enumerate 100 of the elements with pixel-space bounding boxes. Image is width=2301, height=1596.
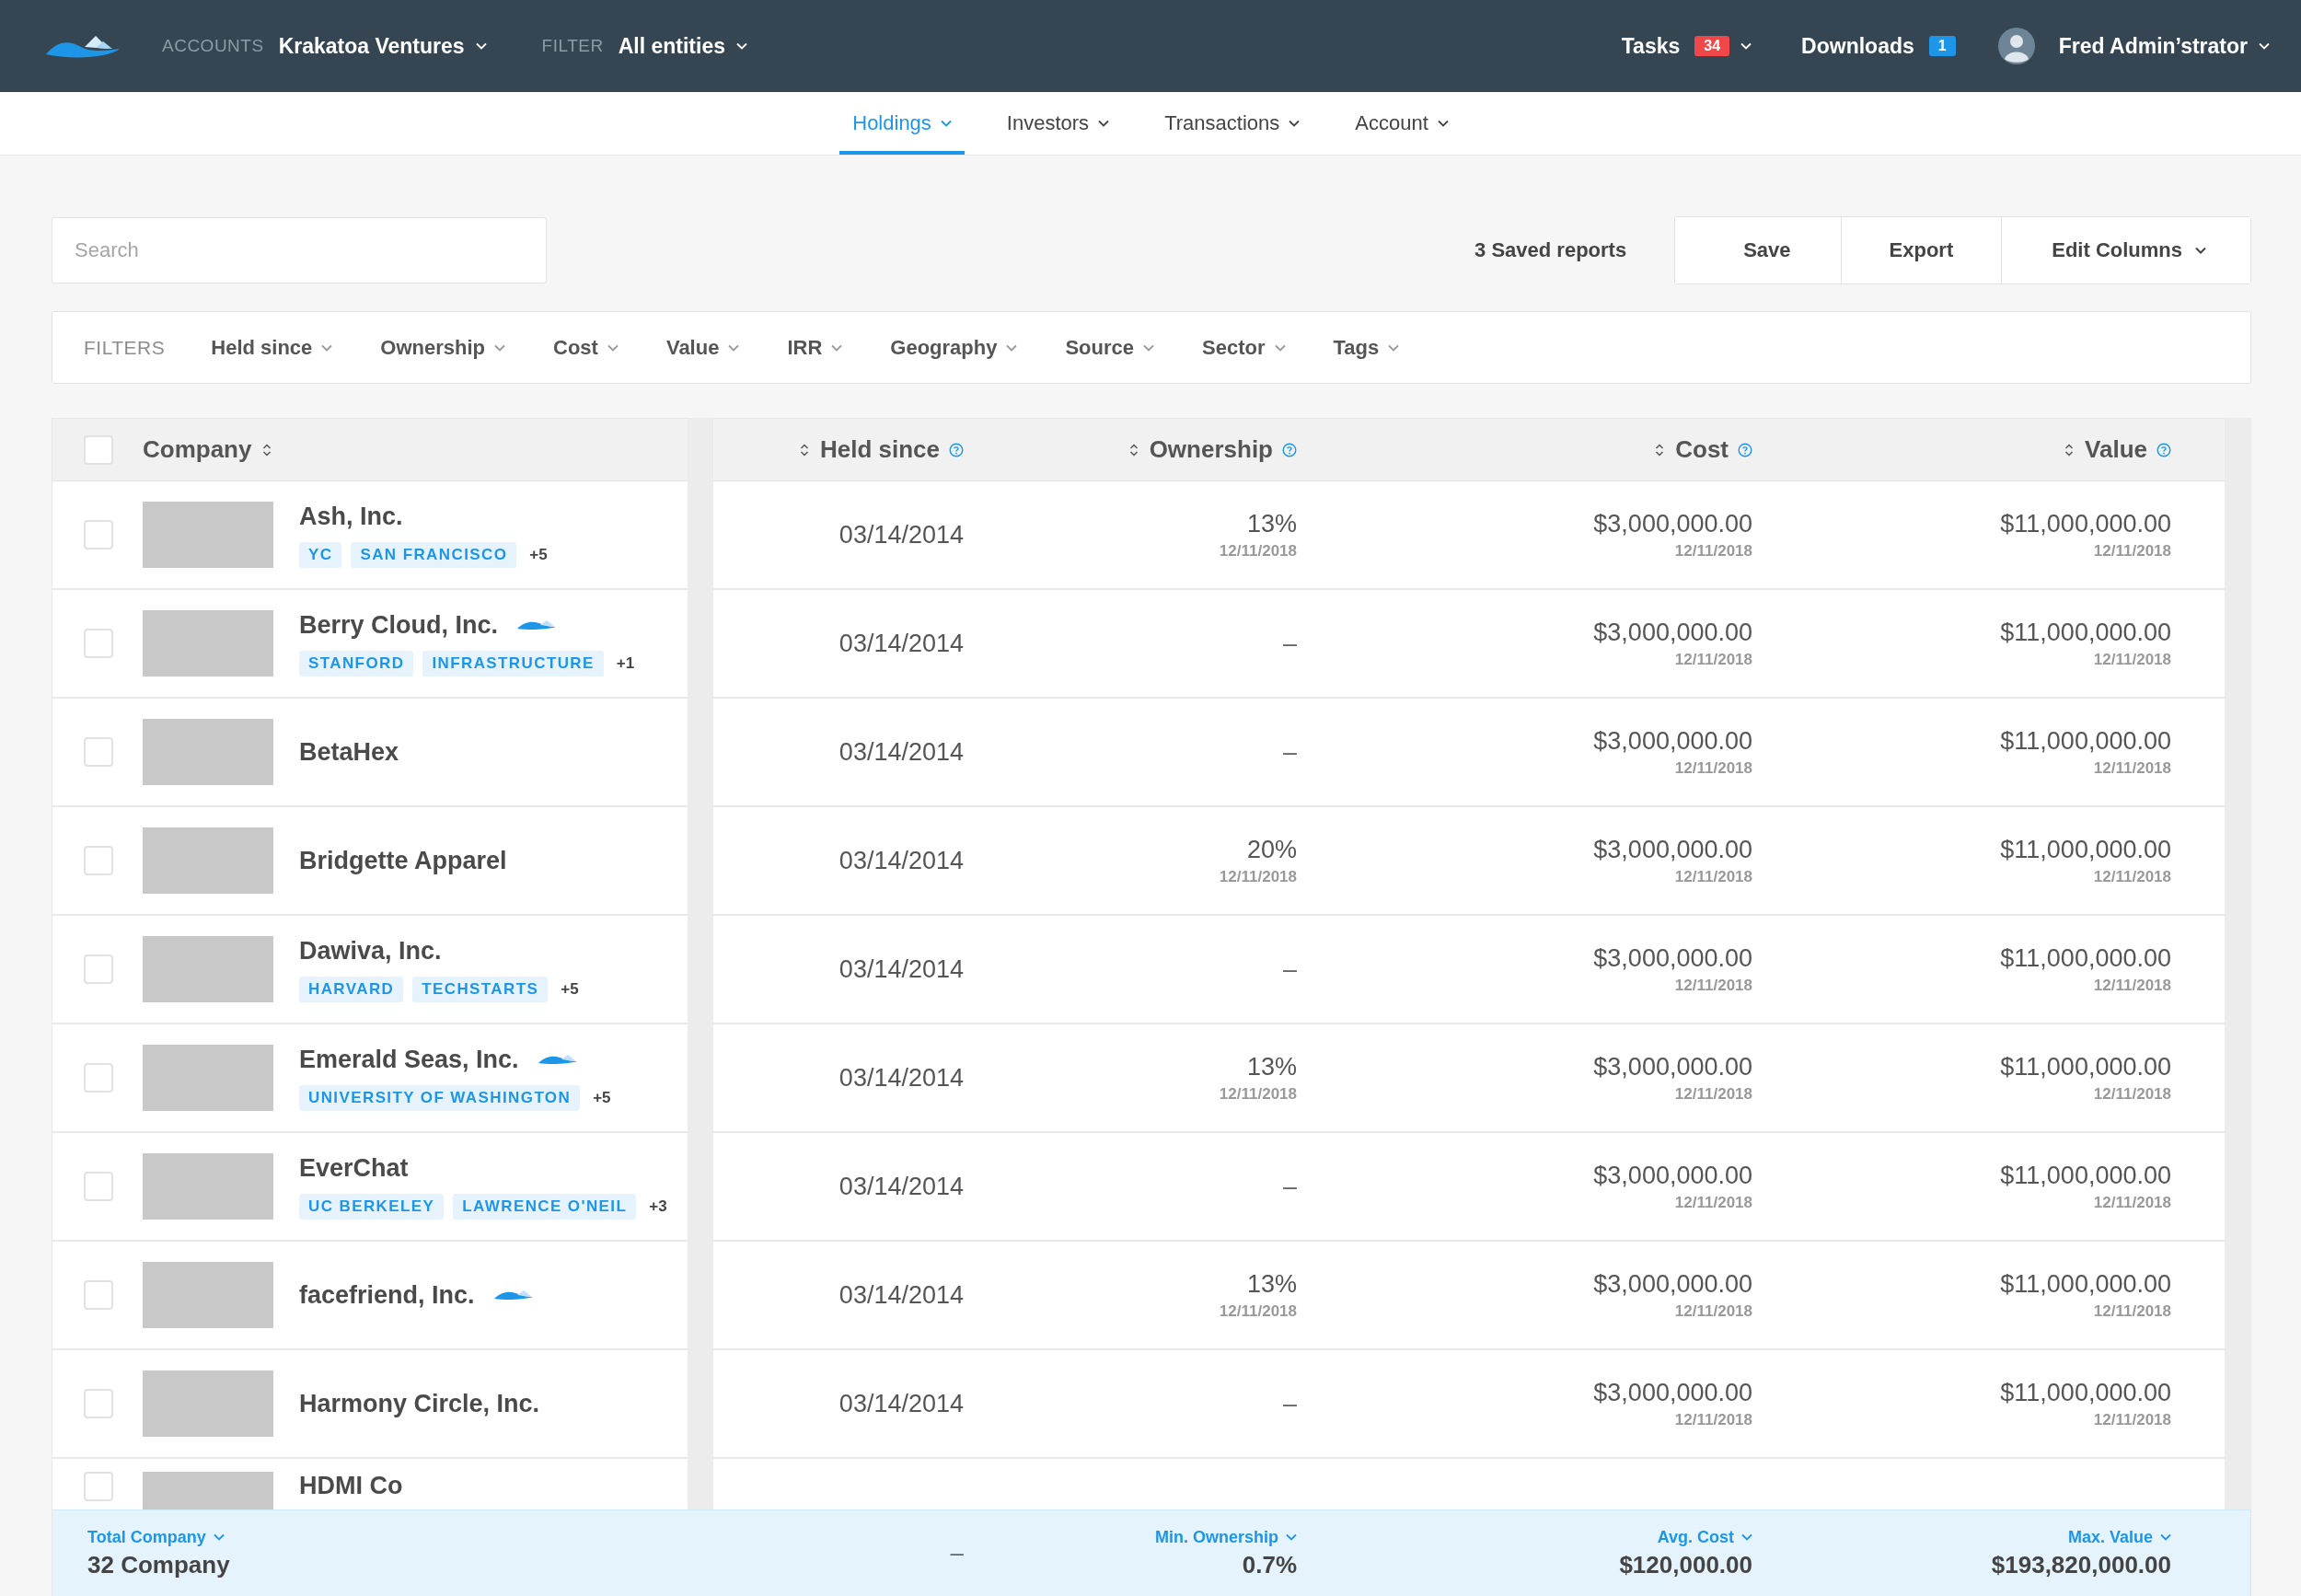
table-cell: $11,000,000.00 [2000,509,2171,538]
more-tags-count[interactable]: +1 [616,653,635,673]
table-cell: $3,000,000.00 [1593,1161,1752,1190]
as-of-date: 12/11/2018 [2093,867,2171,886]
table-cell: $11,000,000.00 [2000,1161,2171,1190]
row-checkbox[interactable] [84,846,113,875]
help-icon[interactable] [949,442,964,457]
downloads-menu[interactable]: Downloads 1 [1801,33,1956,59]
company-row[interactable]: Dawiva, Inc. HARVARD TECHSTARTS +5 [52,916,688,1024]
table-row[interactable]: 03/14/2014 – $3,000,000.00 12/11/2018 $11,000,000.00 12/11/2018 [713,1350,2225,1459]
table-cell: – [1282,954,1297,984]
row-checkbox[interactable] [84,520,113,549]
avatar-icon[interactable] [1997,28,2035,64]
user-menu[interactable]: Fred Admin’strator [2058,33,2270,59]
table-cell: $11,000,000.00 [2000,1052,2171,1081]
help-icon[interactable] [1738,442,1752,457]
table-cell: $3,000,000.00 [1593,726,1752,756]
row-checkbox[interactable] [84,1389,113,1418]
company-row[interactable]: Bridgette Apparel [52,807,688,916]
table-row[interactable]: 03/14/2014 13% 12/11/2018 $3,000,000.00 12/11/2018 $11,000,000.00 12/11/2018 [713,481,2225,590]
filter-dropdown[interactable]: Tags [1333,335,1400,360]
row-checkbox[interactable] [84,629,113,658]
filter-dropdown[interactable]: Geography [890,335,1018,360]
sort-icon [262,443,272,457]
company-name: Bridgette Apparel [299,846,507,875]
entity-filter-dropdown[interactable]: All entities [618,33,747,59]
company-row[interactable]: HDMI Co [52,1459,688,1509]
company-row[interactable]: facefriend, Inc. [52,1242,688,1350]
as-of-date: 12/11/2018 [1219,1301,1297,1321]
help-icon[interactable] [1282,442,1297,457]
table-cell: 13% [1246,509,1297,538]
table-row[interactable]: 03/14/2014 – $3,000,000.00 12/11/2018 $11,000,000.00 12/11/2018 [713,916,2225,1024]
company-row[interactable]: Ash, Inc. YC SAN FRANCISCO +5 [52,481,688,590]
chevron-down-icon [1286,1533,1297,1541]
filter-dropdown[interactable]: Held since [211,335,333,360]
table-row[interactable]: 03/14/2014 20% 12/11/2018 $3,000,000.00 12/11/2018 $11,000,000.00 12/11/2018 [713,807,2225,916]
table-cell: $3,000,000.00 [1593,1052,1752,1081]
row-checkbox[interactable] [84,737,113,767]
chevron-down-icon [940,120,952,127]
chevron-down-icon [1143,343,1155,352]
company-row[interactable]: BetaHex [52,699,688,807]
filter-dropdown[interactable]: Ownership [380,335,506,360]
filter-dropdown[interactable]: Value [665,335,740,360]
company-row[interactable]: Harmony Circle, Inc. [52,1350,688,1459]
row-checkbox[interactable] [84,954,113,984]
as-of-date: 12/11/2018 [1219,867,1297,886]
row-checkbox[interactable] [84,1280,113,1310]
select-all-checkbox[interactable] [84,434,113,465]
chevron-down-icon [607,343,619,352]
chevron-down-icon [831,343,843,352]
table-row[interactable]: 03/14/2014 – $3,000,000.00 12/11/2018 $11,000,000.00 12/11/2018 [713,699,2225,807]
column-header[interactable]: Company [143,435,272,464]
more-tags-count[interactable]: +5 [593,1088,611,1107]
accounts-label: ACCOUNTS [162,36,264,56]
chevron-down-icon [728,343,740,352]
table-row[interactable]: 03/14/2014 – $3,000,000.00 12/11/2018 $11,000,000.00 12/11/2018 [713,590,2225,699]
chevron-down-icon [2160,1533,2171,1541]
table-row[interactable]: 03/14/2014 – $3,000,000.00 12/11/2018 $11,000,000.00 12/11/2018 [713,1133,2225,1242]
filter-dropdown[interactable]: IRR [787,335,843,360]
as-of-date: 12/11/2018 [1674,976,1752,995]
more-tags-count[interactable]: +5 [529,545,548,564]
row-checkbox[interactable] [84,1172,113,1201]
column-header[interactable]: Value [2064,435,2147,464]
company-name: facefriend, Inc. [299,1280,475,1310]
tasks-menu[interactable]: Tasks 34 [1621,33,1752,59]
filter-dropdown[interactable]: Source [1065,335,1155,360]
chevron-down-icon [735,42,747,50]
column-header[interactable]: Cost [1655,435,1729,464]
summary-value: – [950,1539,964,1567]
company-row[interactable]: EverChat UC BERKELEY LAWRENCE O'NEIL +3 [52,1133,688,1242]
company-row[interactable]: Emerald Seas, Inc. UNIVERSITY OF WASHINGTON +5 [52,1024,688,1133]
table-cell: $11,000,000.00 [2000,835,2171,864]
saved-reports-link[interactable]: 3 Saved reports [1474,238,1627,262]
company-row[interactable]: Berry Cloud, Inc. STANFORD INFRASTRUCTURE +1 [52,590,688,699]
filter-dropdown[interactable]: Sector [1202,335,1286,360]
search-field[interactable]: Search [52,217,547,283]
column-header[interactable]: Held since [799,435,940,464]
action-button[interactable]: Save [1675,217,1842,283]
filter-label: FILTER [541,36,604,56]
sort-icon [1655,443,1665,457]
summary-value: 0.7% [1242,1550,1297,1579]
chevron-down-icon [1289,120,1301,127]
filter-dropdown[interactable]: Cost [553,335,619,360]
chevron-down-icon [1437,120,1449,127]
nav-tab[interactable]: Account [1342,92,1462,155]
table-row[interactable]: 03/14/2014 13% 12/11/2018 $3,000,000.00 12/11/2018 $11,000,000.00 12/11/2018 [713,1242,2225,1350]
row-checkbox[interactable] [84,1472,113,1501]
nav-tab[interactable]: Investors [993,92,1123,155]
table-cell: 03/14/2014 [838,1280,964,1310]
account-dropdown[interactable]: Krakatoa Ventures [278,33,487,59]
column-header[interactable]: Ownership [1128,435,1273,464]
table-row[interactable]: 03/14/2014 13% 12/11/2018 $3,000,000.00 12/11/2018 $11,000,000.00 12/11/2018 [713,1024,2225,1133]
scrollbar[interactable] [2225,418,2251,1509]
row-checkbox[interactable] [84,1063,113,1093]
more-tags-count[interactable]: +5 [561,979,579,999]
more-tags-count[interactable]: +3 [649,1197,667,1216]
help-icon[interactable] [2156,442,2171,457]
chevron-down-icon [494,343,506,352]
summary-value: $193,820,000.00 [1991,1550,2171,1579]
nav-tab[interactable]: Transactions [1151,92,1313,155]
